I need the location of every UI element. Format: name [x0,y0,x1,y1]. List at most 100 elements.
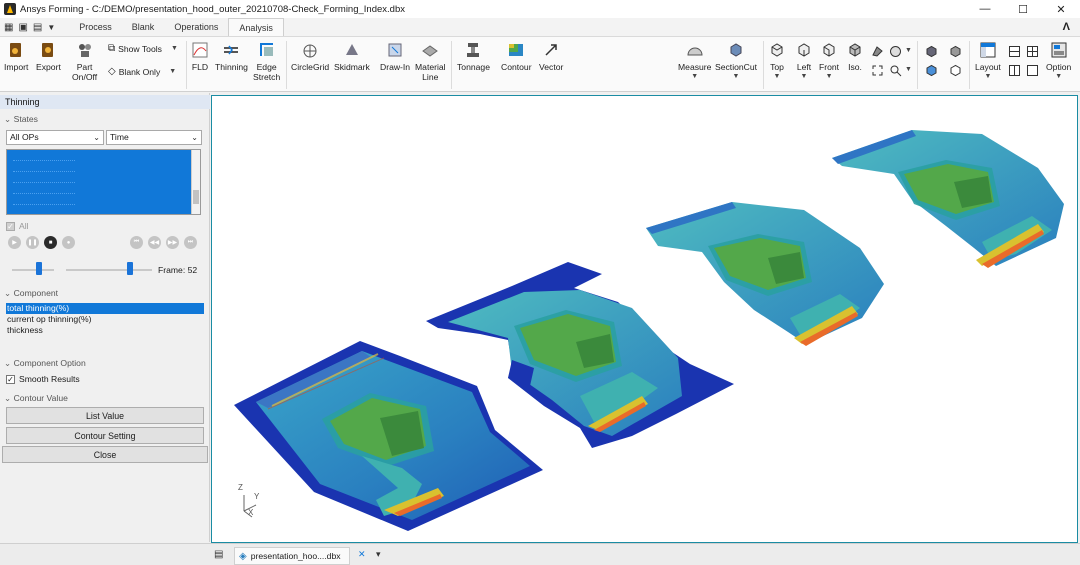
zoom-dropdown-icon[interactable]: ▼ [905,66,912,73]
pan-view-icon[interactable] [889,45,902,58]
shaded-icon[interactable] [925,45,938,58]
split-view-icon[interactable] [1026,45,1039,58]
smooth-results-checkbox[interactable]: ✓ Smooth Results [6,374,80,384]
zoom-icon[interactable] [889,64,902,77]
component-section-header[interactable]: Component [4,288,58,299]
save-icon[interactable]: ▣ [18,22,27,33]
tab-operations[interactable]: Operations [164,18,228,36]
all-checkbox[interactable]: ✓ All [6,221,29,231]
first-frame-button[interactable]: ⏮ [130,236,143,249]
time-select[interactable]: Time ⌄ [106,130,202,145]
last-frame-button[interactable]: ⏭ [184,236,197,249]
component-item[interactable]: current op thinning(%) [6,314,204,325]
state-item[interactable] [13,165,75,172]
fit-view-icon[interactable] [871,64,884,77]
single-view-icon[interactable] [1008,45,1021,58]
circle-grid-label: CircleGrid [291,62,330,72]
vertical-split-icon[interactable] [1008,64,1021,77]
circle-grid-button[interactable]: CircleGrid [291,41,329,72]
component-item[interactable]: total thinning(%) [6,303,204,314]
tab-process[interactable]: Process [69,18,122,36]
table-icon[interactable]: ▤ [33,22,42,33]
previous-frame-button[interactable]: ◀◀ [148,236,161,249]
hidden-line-icon[interactable] [949,64,962,77]
state-item[interactable] [13,176,75,183]
state-item[interactable] [13,187,75,194]
apps-grid-icon[interactable]: ▦ [4,22,13,33]
contour-button[interactable]: Contour [501,41,532,72]
option-icon [1050,41,1068,59]
view-front-button[interactable]: Front ▼ [819,41,839,82]
option-button[interactable]: Option ▼ [1046,41,1071,82]
frame-readout: Frame: 52 [158,265,197,275]
section-cut-button[interactable]: SectionCut ▼ [715,41,757,82]
speed-slider-thumb[interactable] [36,262,42,275]
view-left-button[interactable]: Left ▼ [795,41,813,82]
pause-button[interactable]: ❚❚ [26,236,39,249]
fld-button[interactable]: FLD [191,41,209,72]
states-list[interactable] [6,149,201,215]
draw-in-button[interactable]: Draw-In [380,41,410,72]
measure-button[interactable]: Measure ▼ [678,41,711,82]
import-button[interactable]: Import [4,41,28,72]
stage-4-part [832,130,1064,268]
draw-in-icon [386,41,404,59]
document-file-icon: ◈ [239,550,247,562]
shaded-edges-icon[interactable] [925,64,938,77]
list-value-button[interactable]: List Value [6,407,204,424]
ops-select[interactable]: All OPs ⌄ [6,130,104,145]
frame-slider[interactable] [66,269,152,271]
states-scrollbar[interactable] [191,150,200,214]
tab-analysis[interactable]: Analysis [228,18,284,36]
tab-blank[interactable]: Blank [122,18,165,36]
component-list[interactable]: total thinning(%) current op thinning(%)… [6,303,204,336]
contour-setting-button[interactable]: Contour Setting [6,427,204,444]
layout-button[interactable]: Layout ▼ [975,41,1001,82]
customize-dropdown-icon[interactable]: ▼ [47,23,55,32]
draw-in-label: Draw-In [380,62,411,72]
state-item[interactable] [13,154,75,161]
close-panel-button[interactable]: Close [2,446,208,463]
close-window-button[interactable]: ✕ [1042,0,1080,18]
layout-label: Layout [975,62,1001,72]
stop-button[interactable]: ■ [44,236,57,249]
quick-access-toolbar: ▦ ▣ ▤ ▼ [0,18,55,36]
export-button[interactable]: Export [36,41,61,72]
material-line-button[interactable]: Material Line [415,41,446,82]
blank-only-button[interactable]: ◇ Blank Only ▼ [108,67,176,78]
scrollbar-thumb[interactable] [193,190,199,204]
view-iso-label: Iso. [848,62,862,72]
show-tools-button[interactable]: ⧉ Show Tools ▼ [108,44,178,55]
axis-triad: Z Y X [234,483,264,519]
contour-value-header[interactable]: Contour Value [4,393,68,404]
frame-slider-thumb[interactable] [127,262,133,275]
tonnage-button[interactable]: Tonnage [457,41,490,72]
part-onoff-button[interactable]: Part On/Off [72,41,97,82]
speed-slider[interactable] [12,269,54,271]
wireframe-icon[interactable] [949,45,962,58]
tab-menu-dropdown-icon[interactable]: ▾ [376,549,381,560]
quad-view-icon[interactable] [1026,64,1039,77]
minimize-button[interactable]: — [966,0,1004,18]
3d-viewport[interactable]: Z Y X [211,95,1078,543]
import-icon [7,41,25,59]
record-button[interactable]: ● [62,236,75,249]
play-button[interactable]: ▶ [8,236,21,249]
states-section-header[interactable]: States [4,114,38,125]
component-item[interactable]: thickness [6,325,204,336]
maximize-button[interactable]: ☐ [1004,0,1042,18]
documents-icon[interactable]: ▤ [214,549,223,560]
component-option-header[interactable]: Component Option [4,358,86,369]
skidmark-button[interactable]: Skidmark [334,41,370,72]
view-iso-button[interactable]: Iso. [846,41,864,72]
rotate-view-icon[interactable] [871,45,884,58]
thinning-button[interactable]: Thinning [215,41,248,72]
document-tab[interactable]: ◈ presentation_hoo....dbx [234,547,350,565]
view-top-button[interactable]: Top ▼ [768,41,786,82]
next-frame-button[interactable]: ▶▶ [166,236,179,249]
vector-button[interactable]: Vector [539,41,563,72]
edge-stretch-button[interactable]: Edge Stretch [253,41,280,82]
state-item[interactable] [13,198,75,205]
rotate-dropdown-icon[interactable]: ▼ [905,47,912,54]
close-tab-icon[interactable]: ✕ [358,549,366,560]
